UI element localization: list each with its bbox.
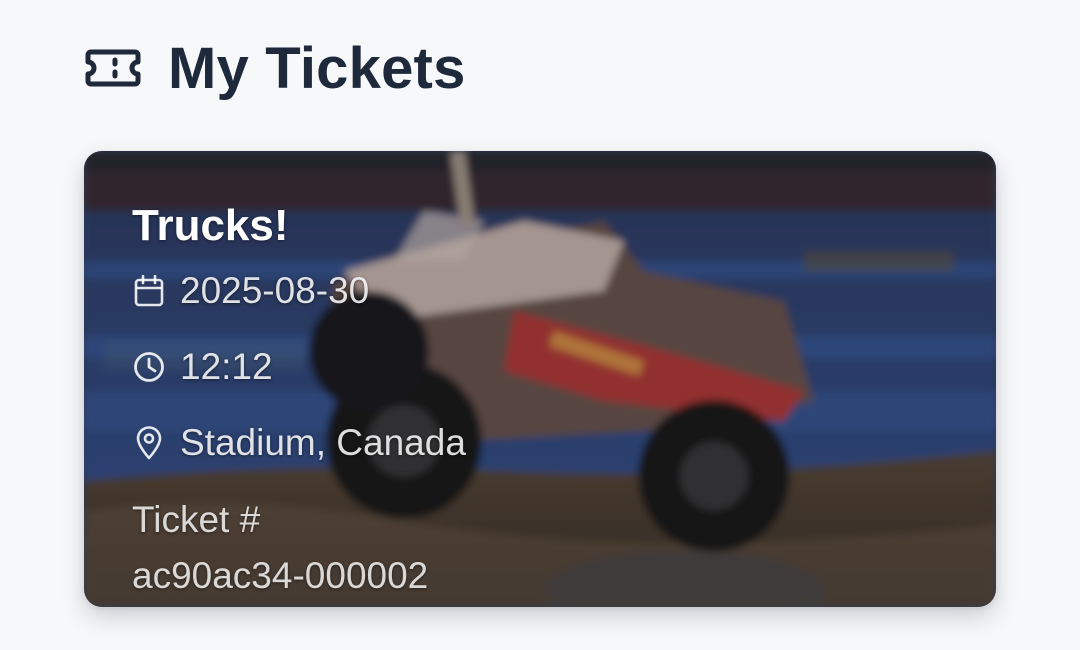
page-header: My Tickets [84, 30, 466, 106]
tickets-page: My Tickets Trucks! 2025-08-30 12:12 Stad… [0, 0, 1080, 650]
ticket-icon [84, 46, 142, 90]
event-name: Trucks! [132, 201, 289, 250]
event-time-row: 12:12 [132, 346, 956, 387]
ticket-number: ac90ac34-000002 [132, 555, 429, 596]
map-pin-icon [132, 426, 166, 460]
page-title: My Tickets [168, 35, 466, 101]
event-time: 12:12 [180, 346, 273, 387]
clock-icon [132, 350, 166, 384]
ticket-details: Trucks! 2025-08-30 12:12 Stadium, Canada… [132, 201, 956, 597]
ticket-number-label: Ticket # [132, 499, 261, 540]
calendar-icon [132, 274, 166, 308]
event-location-row: Stadium, Canada [132, 422, 956, 463]
event-date-row: 2025-08-30 [132, 270, 956, 311]
event-location: Stadium, Canada [180, 422, 466, 463]
event-date: 2025-08-30 [180, 270, 370, 311]
ticket-card[interactable]: Trucks! 2025-08-30 12:12 Stadium, Canada… [84, 151, 996, 607]
